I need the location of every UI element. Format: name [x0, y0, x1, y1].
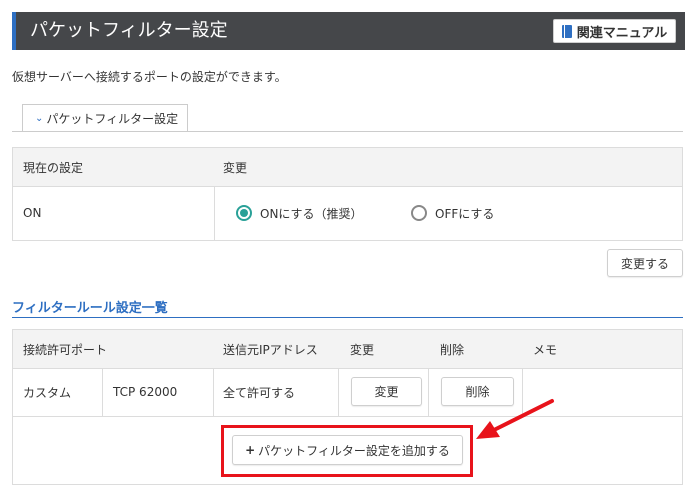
rule-type: カスタム [23, 385, 72, 400]
edit-rule-button[interactable]: 変更 [351, 377, 422, 406]
tab-packet-filter[interactable]: ⌄ パケットフィルター設定 [22, 104, 188, 131]
setting-table-header [13, 148, 682, 187]
related-manual-label: 関連マニュアル [576, 25, 668, 41]
header-delete: 削除 [440, 342, 465, 357]
radio-on-option[interactable]: ONにする（推奨） [236, 186, 363, 240]
chevron-down-icon: ⌄ [35, 112, 44, 124]
book-icon [561, 24, 572, 38]
header-current-setting: 現在の設定 [23, 160, 84, 175]
rules-table-header [13, 330, 682, 369]
radio-on-label: ONにする（推奨） [260, 206, 363, 221]
header-allowed-port: 接続許可ポート [23, 342, 108, 357]
highlight-box [221, 425, 473, 477]
apply-change-button[interactable]: 変更する [607, 249, 683, 277]
current-setting-value: ON [23, 206, 42, 220]
tab-divider [12, 131, 683, 132]
rule-port: TCP 62000 [113, 385, 178, 399]
header-change: 変更 [350, 342, 375, 357]
radio-on-button[interactable] [236, 205, 252, 221]
header-memo: メモ [533, 342, 558, 357]
filter-rules-title: フィルタールール設定一覧 [12, 301, 168, 316]
red-arrow-icon [476, 399, 554, 439]
header-accent-bar [12, 12, 16, 50]
tab-label: パケットフィルター設定 [46, 111, 179, 126]
radio-off-label: OFFにする [435, 206, 495, 221]
column-divider [338, 368, 339, 416]
column-divider [214, 186, 215, 240]
section-underline [12, 317, 683, 318]
radio-off-option[interactable]: OFFにする [411, 186, 494, 240]
row-divider [13, 416, 682, 417]
related-manual-button[interactable]: 関連マニュアル [553, 19, 676, 43]
header-source-ip: 送信元IPアドレス [223, 342, 318, 357]
page-description: 仮想サーバーへ接続するポートの設定ができます。 [12, 70, 287, 84]
filter-setting-table: 現在の設定 変更 ON ONにする（推奨） OFFにする [12, 147, 683, 241]
page-title: パケットフィルター設定 [30, 20, 228, 41]
column-divider [428, 368, 429, 416]
radio-off-button[interactable] [411, 205, 427, 221]
column-divider [102, 368, 103, 416]
rule-source-ip: 全て許可する [223, 385, 296, 400]
header-change: 変更 [223, 160, 248, 175]
page-header: パケットフィルター設定 関連マニュアル [12, 12, 685, 50]
column-divider [213, 368, 214, 416]
